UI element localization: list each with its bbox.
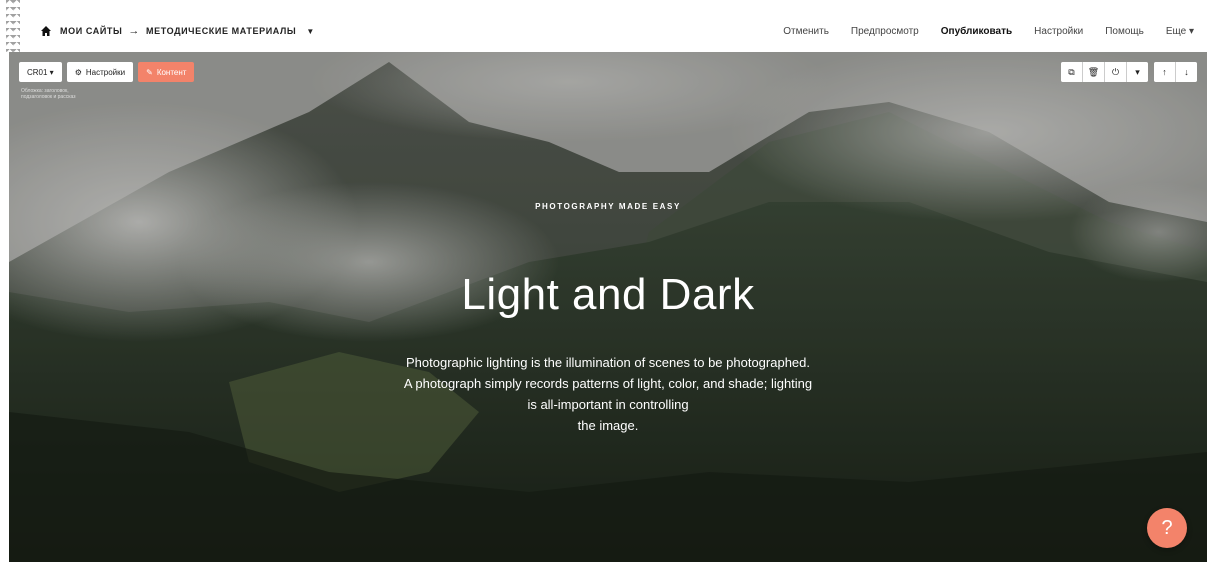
arrow-up-icon[interactable]: ↑ xyxy=(1154,62,1175,82)
chevron-down-icon[interactable]: ▼ xyxy=(306,27,315,36)
settings-link[interactable]: Настройки xyxy=(1034,26,1083,37)
top-nav: Отменить Предпросмотр Опубликовать Настр… xyxy=(761,26,1200,37)
pencil-icon: ✎ xyxy=(146,67,153,77)
hero-section: CR01 ▾ ⚙ Настройки ✎ Контент Обложка: за… xyxy=(9,52,1207,562)
hero-description: Photographic lighting is the illuminatio… xyxy=(359,352,857,436)
hero-title: Light and Dark xyxy=(461,270,755,319)
preview-button[interactable]: Предпросмотр xyxy=(851,26,919,37)
cancel-button[interactable]: Отменить xyxy=(783,26,829,37)
block-controls: CR01 ▾ ⚙ Настройки ✎ Контент xyxy=(19,62,195,82)
gear-icon: ⚙ xyxy=(74,67,82,77)
block-content-label: Контент xyxy=(156,67,187,77)
hero-description-line: the image. xyxy=(577,418,639,433)
block-settings-label: Настройки xyxy=(85,67,126,77)
block-move-actions: ↑ ↓ xyxy=(1154,62,1197,82)
home-icon[interactable] xyxy=(40,25,52,37)
publish-button[interactable]: Опубликовать xyxy=(941,26,1012,37)
chevron-down-icon[interactable]: ▾ xyxy=(1127,62,1148,82)
block-settings-button[interactable]: ⚙ Настройки xyxy=(66,62,134,82)
breadcrumb-current-site[interactable]: МЕТОДИЧЕСКИЕ МАТЕРИАЛЫ xyxy=(146,26,296,36)
block-actions: ⧉ 🗑 ⏻ ▾ ↑ ↓ xyxy=(1061,62,1197,82)
more-menu[interactable]: Еще ▾ xyxy=(1166,26,1194,37)
block-edit-actions: ⧉ 🗑 ⏻ ▾ xyxy=(1061,62,1148,82)
block-content-button[interactable]: ✎ Контент xyxy=(138,62,195,82)
breadcrumb: МОИ САЙТЫ → МЕТОДИЧЕСКИЕ МАТЕРИАЛЫ ▼ xyxy=(40,25,315,37)
help-link[interactable]: Помощь xyxy=(1105,26,1144,37)
duplicate-icon[interactable]: ⧉ xyxy=(1061,62,1082,82)
block-id-dropdown[interactable]: CR01 ▾ xyxy=(19,62,62,82)
power-icon[interactable]: ⏻ xyxy=(1105,62,1126,82)
block-hint: Обложка: заголовок, подзаголовок и расск… xyxy=(21,88,76,100)
hero-description-line: is all-important in controlling xyxy=(527,397,689,412)
help-button[interactable]: ? xyxy=(1147,508,1187,548)
zigzag-decoration xyxy=(6,0,20,52)
hero-eyebrow: PHOTOGRAPHY MADE EASY xyxy=(535,202,681,211)
breadcrumb-separator: → xyxy=(128,25,141,37)
delete-icon[interactable]: 🗑 xyxy=(1083,62,1104,82)
hero-description-line: A photograph simply records patterns of … xyxy=(403,376,813,391)
breadcrumb-my-sites[interactable]: МОИ САЙТЫ xyxy=(60,26,122,36)
hero-description-line: Photographic lighting is the illuminatio… xyxy=(406,355,810,370)
top-toolbar: МОИ САЙТЫ → МЕТОДИЧЕСКИЕ МАТЕРИАЛЫ ▼ Отм… xyxy=(20,10,1200,53)
arrow-down-icon[interactable]: ↓ xyxy=(1176,62,1197,82)
